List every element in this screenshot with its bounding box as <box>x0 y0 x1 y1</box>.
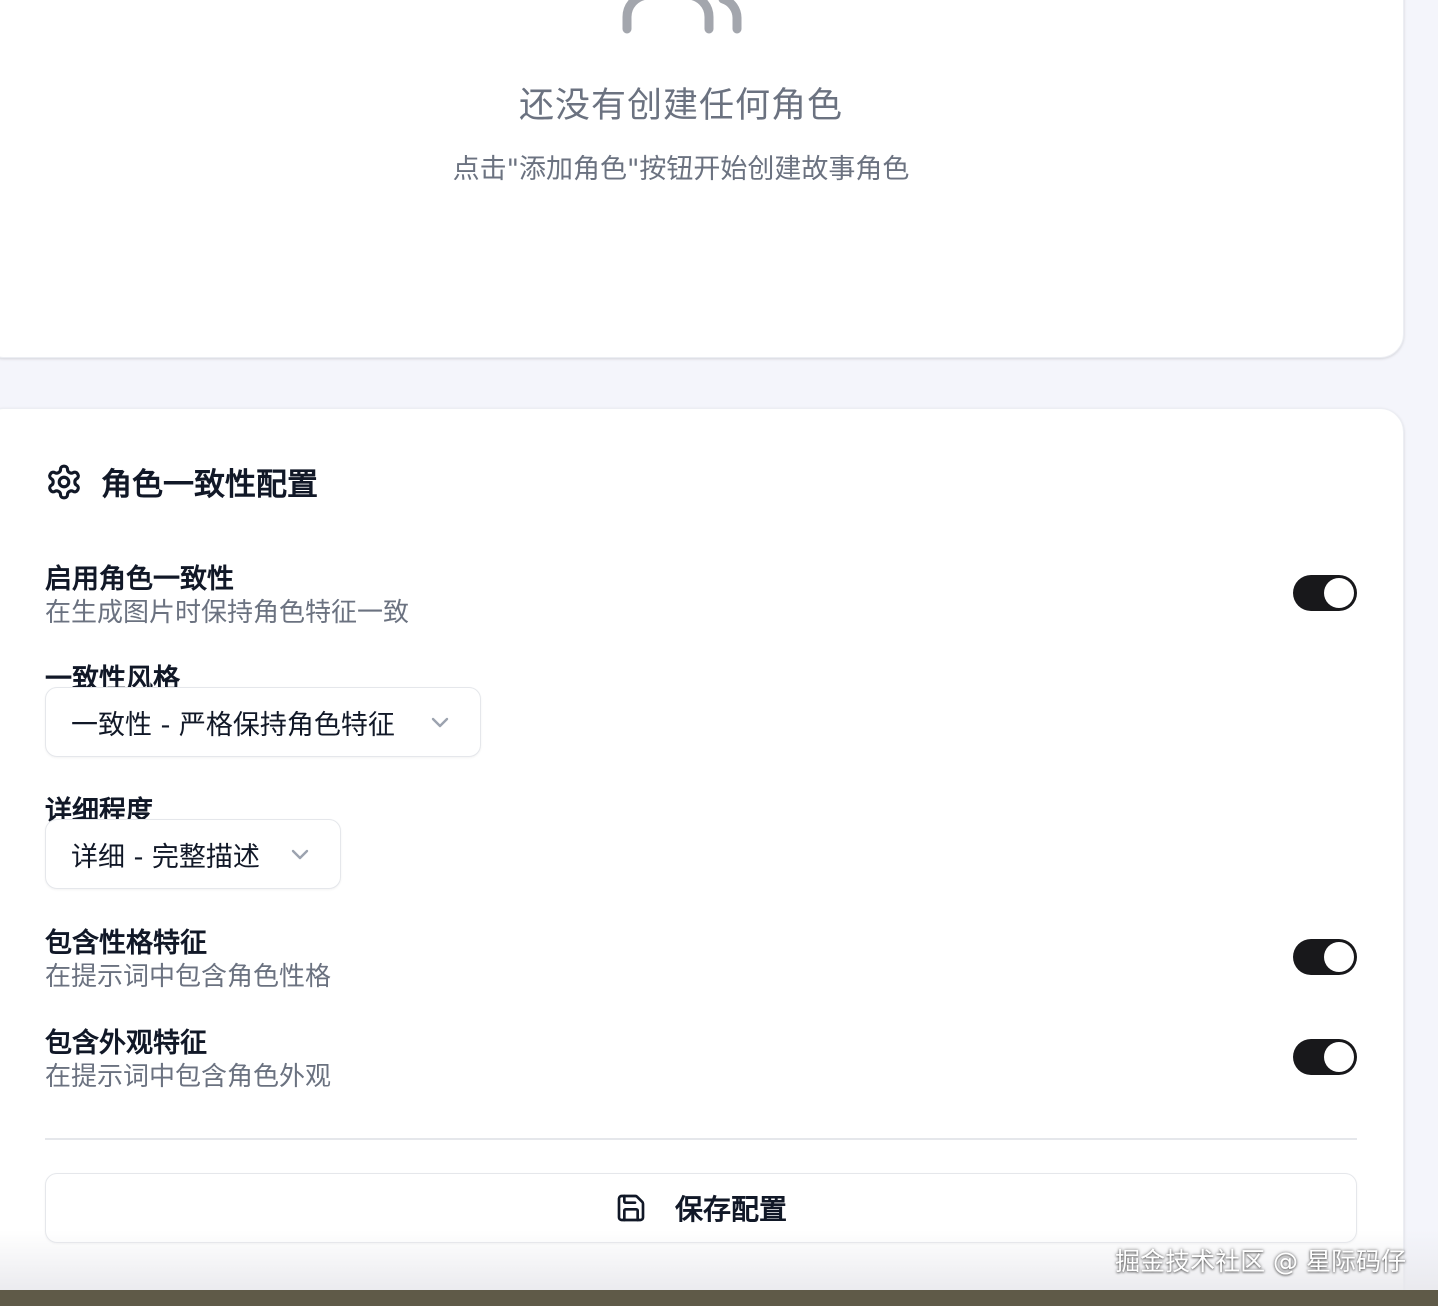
include-personality-toggle[interactable] <box>1293 939 1357 975</box>
empty-state-description: 点击"添加角色"按钮开始创建故事角色 <box>452 154 910 185</box>
consistency-style-value: 一致性 - 严格保持角色特征 <box>71 709 395 741</box>
page: 还没有创建任何角色 点击"添加角色"按钮开始创建故事角色 角色一致性配置 启用角… <box>0 0 1438 1306</box>
empty-characters-card: 还没有创建任何角色 点击"添加角色"按钮开始创建故事角色 <box>0 0 1404 358</box>
consistency-config-card: 角色一致性配置 启用角色一致性 在生成图片时保持角色特征一致 一致性风格 一致性… <box>0 408 1404 1306</box>
consistency-style-select[interactable]: 一致性 - 严格保持角色特征 <box>45 687 481 757</box>
empty-state-title: 还没有创建任何角色 <box>518 86 843 126</box>
taskbar-strip <box>0 1290 1438 1306</box>
chevron-down-icon <box>291 849 309 860</box>
toggle-knob <box>1324 942 1354 972</box>
users-icon <box>622 0 742 34</box>
enable-consistency-toggle[interactable] <box>1293 575 1357 611</box>
gear-icon <box>48 464 80 499</box>
enable-consistency-description: 在生成图片时保持角色特征一致 <box>45 598 410 628</box>
watermark: 掘金技术社区 @ 星际码仔 <box>1115 1247 1406 1276</box>
config-title: 角色一致性配置 <box>101 467 318 503</box>
save-config-label: 保存配置 <box>674 1193 787 1226</box>
include-personality-description: 在提示词中包含角色性格 <box>45 962 332 992</box>
toggle-knob <box>1324 1042 1354 1072</box>
config-header: 角色一致性配置 <box>45 459 318 504</box>
toggle-knob <box>1324 578 1354 608</box>
detail-level-value: 详细 - 完整描述 <box>71 841 260 873</box>
include-appearance-description: 在提示词中包含角色外观 <box>45 1062 332 1092</box>
include-personality-label: 包含性格特征 <box>45 928 207 959</box>
include-appearance-toggle[interactable] <box>1293 1039 1357 1075</box>
chevron-down-icon <box>431 717 449 728</box>
detail-level-select[interactable]: 详细 - 完整描述 <box>45 819 341 889</box>
divider <box>45 1138 1357 1140</box>
include-appearance-label: 包含外观特征 <box>45 1028 207 1059</box>
save-icon <box>617 1194 645 1222</box>
enable-consistency-label: 启用角色一致性 <box>45 564 234 595</box>
